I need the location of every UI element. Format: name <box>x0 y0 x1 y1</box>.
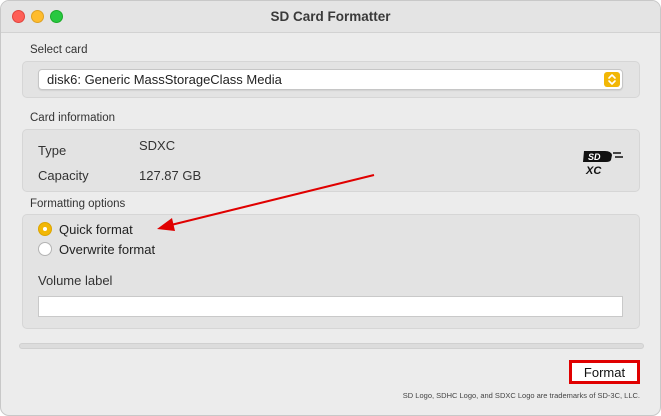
type-value: SDXC <box>139 138 176 153</box>
capacity-value: 127.87 GB <box>139 168 202 183</box>
overwrite-format-label[interactable]: Overwrite format <box>59 242 155 257</box>
formatting-options-label: Formatting options <box>30 198 126 210</box>
sdxc-logo-icon: SD XC <box>581 149 625 177</box>
quick-format-label[interactable]: Quick format <box>59 222 133 237</box>
up-down-chevron-icon <box>604 72 620 87</box>
svg-text:XC: XC <box>585 165 602 177</box>
capacity-label: Capacity <box>38 168 89 183</box>
svg-text:SD: SD <box>588 152 601 162</box>
card-select-dropdown[interactable]: disk6: Generic MassStorageClass Media <box>38 69 623 90</box>
card-information-panel <box>22 129 640 192</box>
app-window: SD Card Formatter Select card disk6: Gen… <box>0 0 661 416</box>
quick-format-radio[interactable] <box>38 222 52 236</box>
select-card-label: Select card <box>30 44 88 56</box>
trademark-notice: SD Logo, SDHC Logo, and SDXC Logo are tr… <box>402 391 640 400</box>
title-bar: SD Card Formatter <box>1 1 660 33</box>
format-progress-bar <box>19 343 644 349</box>
overwrite-format-radio[interactable] <box>38 242 52 256</box>
format-button[interactable]: Format <box>569 360 640 384</box>
window-title: SD Card Formatter <box>270 9 391 24</box>
card-select-value: disk6: Generic MassStorageClass Media <box>47 72 282 87</box>
volume-label-input[interactable] <box>38 296 623 317</box>
card-information-label: Card information <box>30 112 116 124</box>
volume-label-caption: Volume label <box>38 273 113 288</box>
type-label: Type <box>38 143 67 158</box>
